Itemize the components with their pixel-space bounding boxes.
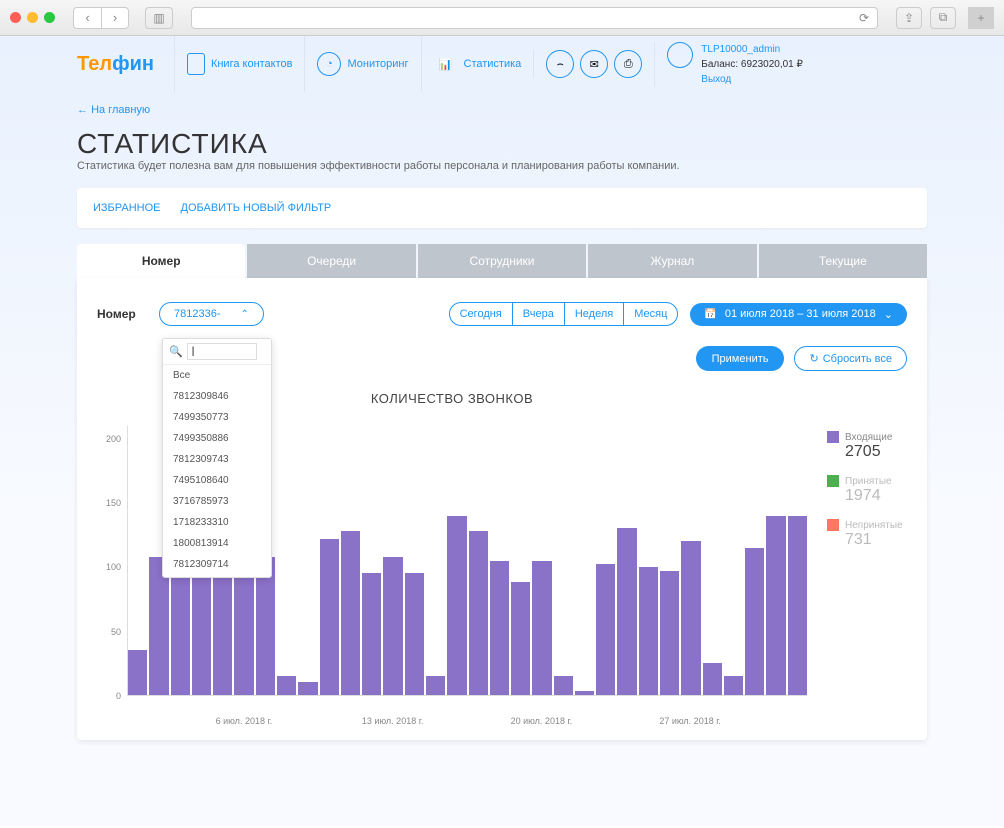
bar (660, 571, 679, 695)
close-window-icon[interactable] (10, 12, 21, 23)
back-to-main-link[interactable]: ← На главную (77, 92, 150, 128)
legend-swatch-missed (827, 519, 839, 531)
user-login[interactable]: TLP10000_admin (701, 42, 803, 57)
legend-value-missed: 731 (845, 531, 907, 549)
logo[interactable]: Телфин (77, 53, 154, 76)
page-title: СТАТИСТИКА (77, 128, 927, 160)
bar (490, 561, 509, 696)
tabs: Номер Очереди Сотрудники Журнал Текущие (77, 244, 927, 278)
dropdown-item[interactable]: 7812309743 (163, 449, 271, 470)
tab-employees[interactable]: Сотрудники (418, 244, 586, 278)
dropdown-item[interactable]: 1718233310 (163, 512, 271, 533)
bar (788, 516, 807, 695)
wifi-icon[interactable]: ⌢ (546, 50, 574, 78)
dropdown-item[interactable]: 7499350773 (163, 407, 271, 428)
panel: Номер 7812336- Сегодня Вчера Неделя Меся… (77, 278, 927, 740)
bar (575, 691, 594, 695)
nav-contacts[interactable]: Книга контактов (174, 36, 305, 92)
number-select[interactable]: 7812336- (159, 302, 264, 326)
browser-chrome: ‹ › ▥ ⟳ ⇪ ⧉ + (0, 0, 1004, 36)
user-icon (667, 42, 693, 68)
add-filter-link[interactable]: ДОБАВИТЬ НОВЫЙ ФИЛЬТР (181, 202, 332, 214)
bar (745, 548, 764, 695)
share-icon[interactable]: ⇪ (896, 7, 922, 29)
tab-current[interactable]: Текущие (759, 244, 927, 278)
legend-value-incoming: 2705 (845, 443, 907, 461)
apply-button[interactable]: Применить (696, 346, 785, 371)
bar (447, 516, 466, 695)
bar (724, 676, 743, 695)
dropdown-search-input[interactable] (187, 343, 257, 360)
bar (532, 561, 551, 696)
minimize-window-icon[interactable] (27, 12, 38, 23)
logout-link[interactable]: Выход (701, 72, 803, 87)
monitoring-icon: ◔ (317, 52, 341, 76)
dropdown-item-all[interactable]: Все (163, 365, 271, 386)
dropdown-item[interactable]: 7812309714 (163, 554, 271, 575)
number-dropdown: 🔍 Все 7812309846749935077374993508867812… (162, 338, 272, 578)
bar (383, 557, 402, 695)
bar (596, 564, 615, 695)
period-week[interactable]: Неделя (565, 303, 624, 325)
bar (277, 676, 296, 695)
legend-value-accepted: 1974 (845, 487, 907, 505)
period-today[interactable]: Сегодня (450, 303, 513, 325)
period-yesterday[interactable]: Вчера (513, 303, 565, 325)
period-buttons: Сегодня Вчера Неделя Месяц (449, 302, 679, 326)
bar (362, 573, 381, 695)
url-bar[interactable]: ⟳ (191, 7, 878, 29)
window-controls (10, 12, 55, 23)
favorites-link[interactable]: ИЗБРАННОЕ (93, 202, 161, 214)
tab-journal[interactable]: Журнал (588, 244, 756, 278)
mail-icon[interactable]: ✉ (580, 50, 608, 78)
number-label: Номер (97, 307, 147, 321)
bar (554, 676, 573, 695)
maximize-window-icon[interactable] (44, 12, 55, 23)
reload-icon[interactable]: ⟳ (859, 11, 869, 25)
bar (681, 541, 700, 695)
bar (511, 582, 530, 695)
bar (405, 573, 424, 695)
bar (298, 682, 317, 695)
fax-icon[interactable]: ⎙ (614, 50, 642, 78)
tab-number[interactable]: Номер (77, 244, 245, 278)
dropdown-item[interactable]: 7499350886 (163, 428, 271, 449)
bar (617, 528, 636, 695)
sidebar-toggle-icon[interactable]: ▥ (145, 7, 173, 29)
forward-button[interactable]: › (101, 7, 129, 29)
period-month[interactable]: Месяц (624, 303, 677, 325)
back-button[interactable]: ‹ (73, 7, 101, 29)
top-nav: Телфин Книга контактов ◔Мониторинг 📊Стат… (77, 36, 927, 92)
bar (320, 539, 339, 695)
legend: Входящие 2705 Принятые 1974 Непринятые 7… (807, 391, 907, 716)
dropdown-item[interactable]: 7495108640 (163, 470, 271, 491)
dropdown-item[interactable]: 3716785973 (163, 491, 271, 512)
statistics-icon: 📊 (434, 52, 458, 76)
contacts-icon (187, 53, 205, 75)
dropdown-item[interactable]: 1800813914 (163, 533, 271, 554)
bar (639, 567, 658, 695)
tab-queues[interactable]: Очереди (247, 244, 415, 278)
nav-statistics[interactable]: 📊Статистика (421, 36, 534, 92)
reset-button[interactable]: Сбросить все (794, 346, 907, 371)
dropdown-item[interactable]: 00010000 (163, 575, 271, 578)
bar (766, 516, 785, 695)
search-icon: 🔍 (169, 345, 183, 358)
legend-swatch-incoming (827, 431, 839, 443)
tabs-icon[interactable]: ⧉ (930, 7, 956, 29)
nav-monitoring[interactable]: ◔Мониторинг (304, 36, 420, 92)
new-tab-button[interactable]: + (968, 7, 994, 29)
bar (341, 531, 360, 695)
legend-swatch-accepted (827, 475, 839, 487)
bar (469, 531, 488, 695)
date-range-picker[interactable]: 01 июля 2018 – 31 июля 2018 (690, 303, 907, 326)
filter-bar: ИЗБРАННОЕ ДОБАВИТЬ НОВЫЙ ФИЛЬТР (77, 188, 927, 228)
bar (703, 663, 722, 695)
page-subtitle: Статистика будет полезна вам для повышен… (77, 160, 927, 172)
dropdown-item[interactable]: 7812309846 (163, 386, 271, 407)
bar (426, 676, 445, 695)
user-block: TLP10000_admin Баланс: 6923020,01 ₽ Выхо… (654, 42, 815, 87)
bar (128, 650, 147, 695)
